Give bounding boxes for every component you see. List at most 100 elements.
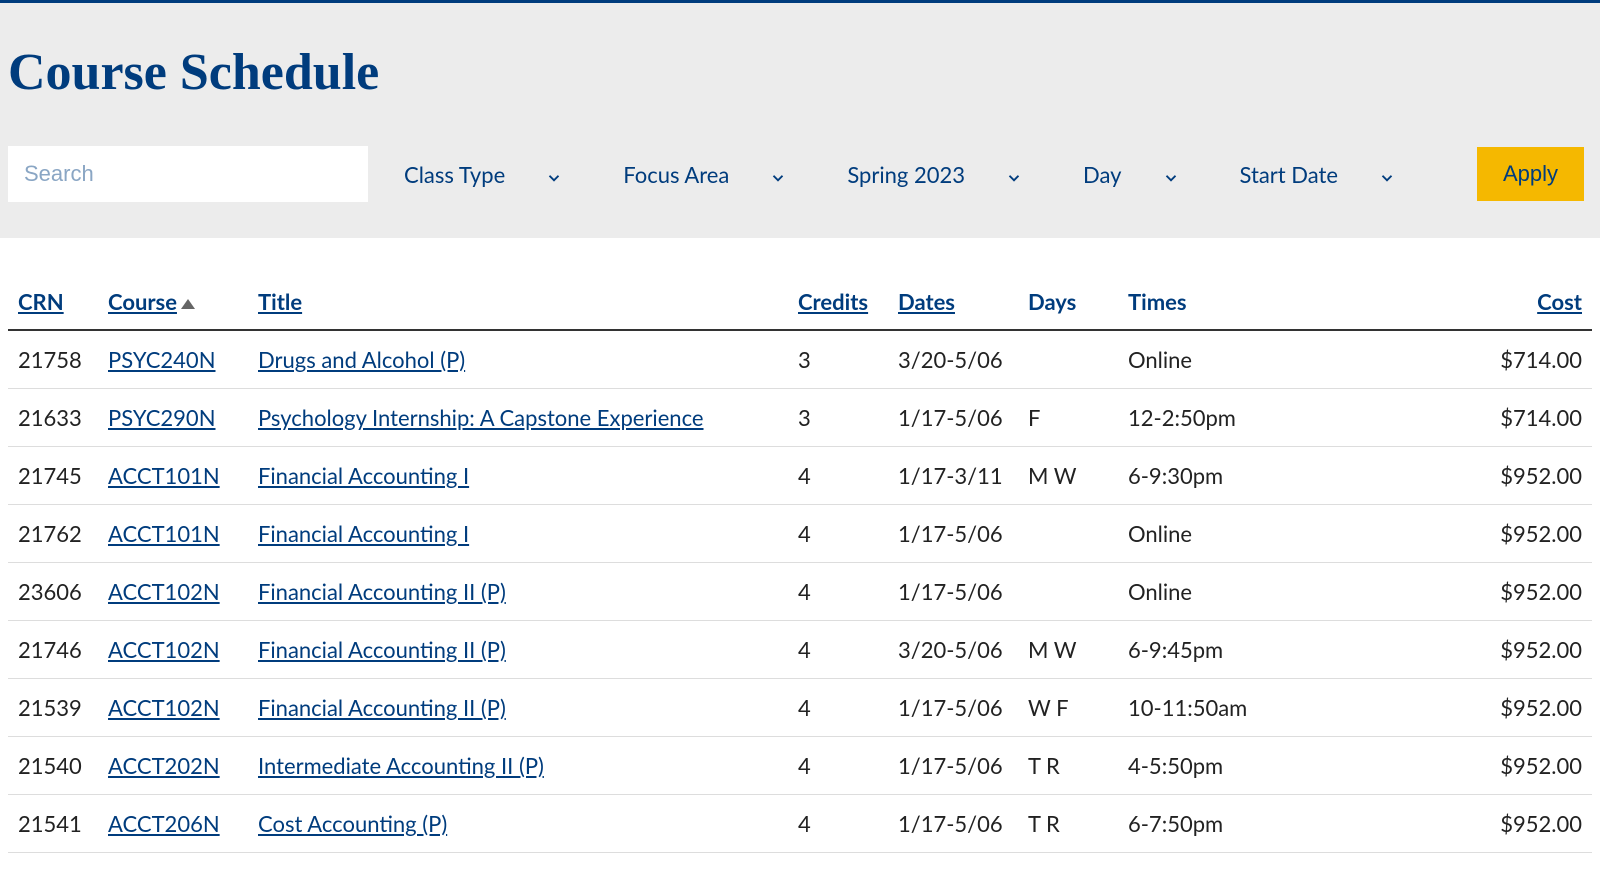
days-cell: F [1018, 389, 1118, 447]
page-title: Course Schedule [8, 43, 1592, 102]
dates-cell: 1/17-5/06 [888, 563, 1018, 621]
filter-row: Class Type Focus Area Spring 2023 Day St [8, 146, 1592, 202]
days-cell [1018, 330, 1118, 389]
sort-asc-icon [181, 299, 195, 309]
title-cell: Financial Accounting I [248, 505, 788, 563]
times-cell: 6-7:50pm [1118, 795, 1458, 853]
course-cell: ACCT102N [98, 679, 248, 737]
header-days: Days [1018, 276, 1118, 330]
course-cell: ACCT102N [98, 563, 248, 621]
credits-cell: 3 [788, 389, 888, 447]
course-link[interactable]: ACCT206N [108, 810, 220, 837]
course-cell: ACCT206N [98, 795, 248, 853]
course-link[interactable]: PSYC290N [108, 404, 216, 431]
crn-cell: 21758 [8, 330, 98, 389]
credits-cell: 3 [788, 330, 888, 389]
title-link[interactable]: Intermediate Accounting II (P) [258, 752, 544, 779]
title-link[interactable]: Financial Accounting II (P) [258, 694, 506, 721]
credits-cell: 4 [788, 563, 888, 621]
header-course[interactable]: Course [98, 276, 248, 330]
days-cell: M W [1018, 621, 1118, 679]
times-cell: Online [1118, 563, 1458, 621]
credits-cell: 4 [788, 737, 888, 795]
focus-area-dropdown[interactable]: Focus Area [587, 146, 811, 202]
dates-cell: 1/17-5/06 [888, 737, 1018, 795]
times-cell: Online [1118, 330, 1458, 389]
title-link[interactable]: Cost Accounting (P) [258, 810, 447, 837]
course-table: CRN Course Title Credits Dates Days Time… [8, 276, 1592, 853]
table-row: 21539 ACCT102N Financial Accounting II (P)… [8, 679, 1592, 737]
credits-cell: 4 [788, 795, 888, 853]
credits-cell: 4 [788, 505, 888, 563]
header-dates[interactable]: Dates [888, 276, 1018, 330]
days-cell [1018, 505, 1118, 563]
focus-area-label: Focus Area [623, 161, 729, 188]
times-cell: 6-9:30pm [1118, 447, 1458, 505]
days-cell: T R [1018, 737, 1118, 795]
title-link[interactable]: Financial Accounting II (P) [258, 578, 506, 605]
search-input[interactable] [8, 146, 368, 202]
chevron-down-icon [1162, 165, 1180, 183]
dates-cell: 1/17-5/06 [888, 795, 1018, 853]
table-row: 21758PSYC240NDrugs and Alcohol (P)33/20-… [8, 330, 1592, 389]
course-link[interactable]: ACCT102N [108, 578, 220, 605]
course-link[interactable]: PSYC240N [108, 346, 216, 373]
course-link[interactable]: ACCT202N [108, 752, 220, 779]
cost-cell: $952.00 [1458, 505, 1592, 563]
credits-cell: 4 [788, 447, 888, 505]
table-row: 21633 PSYC290N Psychology Internship: A Ca… [8, 389, 1592, 447]
header-crn[interactable]: CRN [8, 276, 98, 330]
table-row: 21762ACCT101NFinancial Accounting I41/17… [8, 505, 1592, 563]
crn-cell: 21540 [8, 737, 98, 795]
apply-button[interactable]: Apply [1477, 147, 1584, 201]
class-type-dropdown[interactable]: Class Type [368, 146, 587, 202]
crn-cell: 21762 [8, 505, 98, 563]
course-cell: ACCT202N [98, 737, 248, 795]
title-cell: Intermediate Accounting II (P) [248, 737, 788, 795]
times-cell: Online [1118, 505, 1458, 563]
table-row: 21540 ACCT202N Intermediate Accounting II … [8, 737, 1592, 795]
title-link[interactable]: Financial Accounting I [258, 520, 469, 547]
cost-cell: $952.00 [1458, 795, 1592, 853]
course-cell: PSYC290N [98, 389, 248, 447]
course-cell: PSYC240N [98, 330, 248, 389]
start-date-label: Start Date [1240, 161, 1338, 188]
title-link[interactable]: Financial Accounting II (P) [258, 636, 506, 663]
header-times: Times [1118, 276, 1458, 330]
crn-cell: 21633 [8, 389, 98, 447]
days-cell: T R [1018, 795, 1118, 853]
crn-cell: 21539 [8, 679, 98, 737]
dates-cell: 3/20-5/06 [888, 621, 1018, 679]
title-link[interactable]: Financial Accounting I [258, 462, 469, 489]
cost-cell: $952.00 [1458, 679, 1592, 737]
term-dropdown[interactable]: Spring 2023 [811, 146, 1047, 202]
start-date-dropdown[interactable]: Start Date [1204, 146, 1420, 202]
course-cell: ACCT102N [98, 621, 248, 679]
course-link[interactable]: ACCT102N [108, 636, 220, 663]
header-cost[interactable]: Cost [1458, 276, 1592, 330]
crn-cell: 21745 [8, 447, 98, 505]
header-title[interactable]: Title [248, 276, 788, 330]
days-cell: W F [1018, 679, 1118, 737]
title-link[interactable]: Psychology Internship: A Capstone Experi… [258, 404, 704, 431]
course-link[interactable]: ACCT101N [108, 462, 220, 489]
chevron-down-icon [1005, 165, 1023, 183]
header-course-label: Course [108, 288, 177, 315]
crn-cell: 21541 [8, 795, 98, 853]
title-link[interactable]: Drugs and Alcohol (P) [258, 346, 465, 373]
header-section: Course Schedule Class Type Focus Area Sp… [0, 3, 1600, 238]
course-cell: ACCT101N [98, 447, 248, 505]
credits-cell: 4 [788, 679, 888, 737]
title-cell: Financial Accounting II (P) [248, 563, 788, 621]
times-cell: 4-5:50pm [1118, 737, 1458, 795]
header-credits[interactable]: Credits [788, 276, 888, 330]
dates-cell: 1/17-3/11 [888, 447, 1018, 505]
title-cell: Psychology Internship: A Capstone Experi… [248, 389, 788, 447]
course-link[interactable]: ACCT101N [108, 520, 220, 547]
chevron-down-icon [769, 165, 787, 183]
title-cell: Cost Accounting (P) [248, 795, 788, 853]
day-dropdown[interactable]: Day [1047, 146, 1203, 202]
crn-cell: 21746 [8, 621, 98, 679]
course-link[interactable]: ACCT102N [108, 694, 220, 721]
dates-cell: 1/17-5/06 [888, 389, 1018, 447]
